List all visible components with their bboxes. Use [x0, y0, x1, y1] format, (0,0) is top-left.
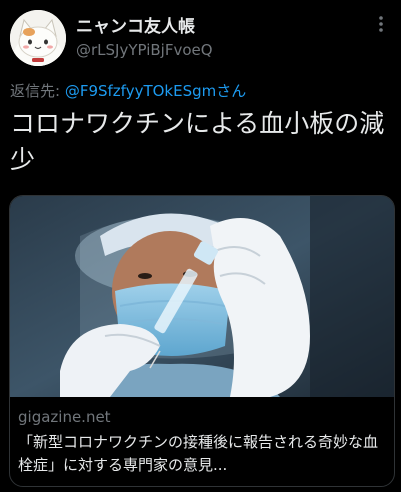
user-display-name[interactable]: ニャンコ友人帳 — [76, 12, 195, 37]
link-card[interactable]: gigazine.net 「新型コロナワクチンの接種後に報告される奇妙な血栓症」… — [9, 195, 395, 487]
vaccine-photo — [10, 196, 394, 397]
reply-prefix: 返信先: — [10, 82, 65, 100]
card-title: 「新型コロナワクチンの接種後に報告される奇妙な血栓症」に対する専門家の意見... — [18, 433, 379, 474]
more-button[interactable] — [368, 14, 394, 40]
more-icon — [379, 16, 383, 32]
avatar[interactable] — [10, 10, 66, 66]
user-handle[interactable]: @rLSJyYPiBjFvoeQ — [76, 41, 213, 59]
card-image[interactable] — [10, 196, 394, 397]
card-domain: gigazine.net — [18, 408, 111, 426]
tweet-text: コロナワクチンによる血小板の減少 — [10, 109, 385, 174]
tweet-header: ニャンコ友人帳 @rLSJyYPiBjFvoeQ — [0, 0, 401, 76]
reply-to-line: 返信先: @F9SfzfyyTOkESgmさん — [10, 80, 246, 101]
cat-avatar-icon — [10, 10, 66, 66]
reply-mention-link[interactable]: @F9SfzfyyTOkESgmさん — [65, 82, 246, 100]
